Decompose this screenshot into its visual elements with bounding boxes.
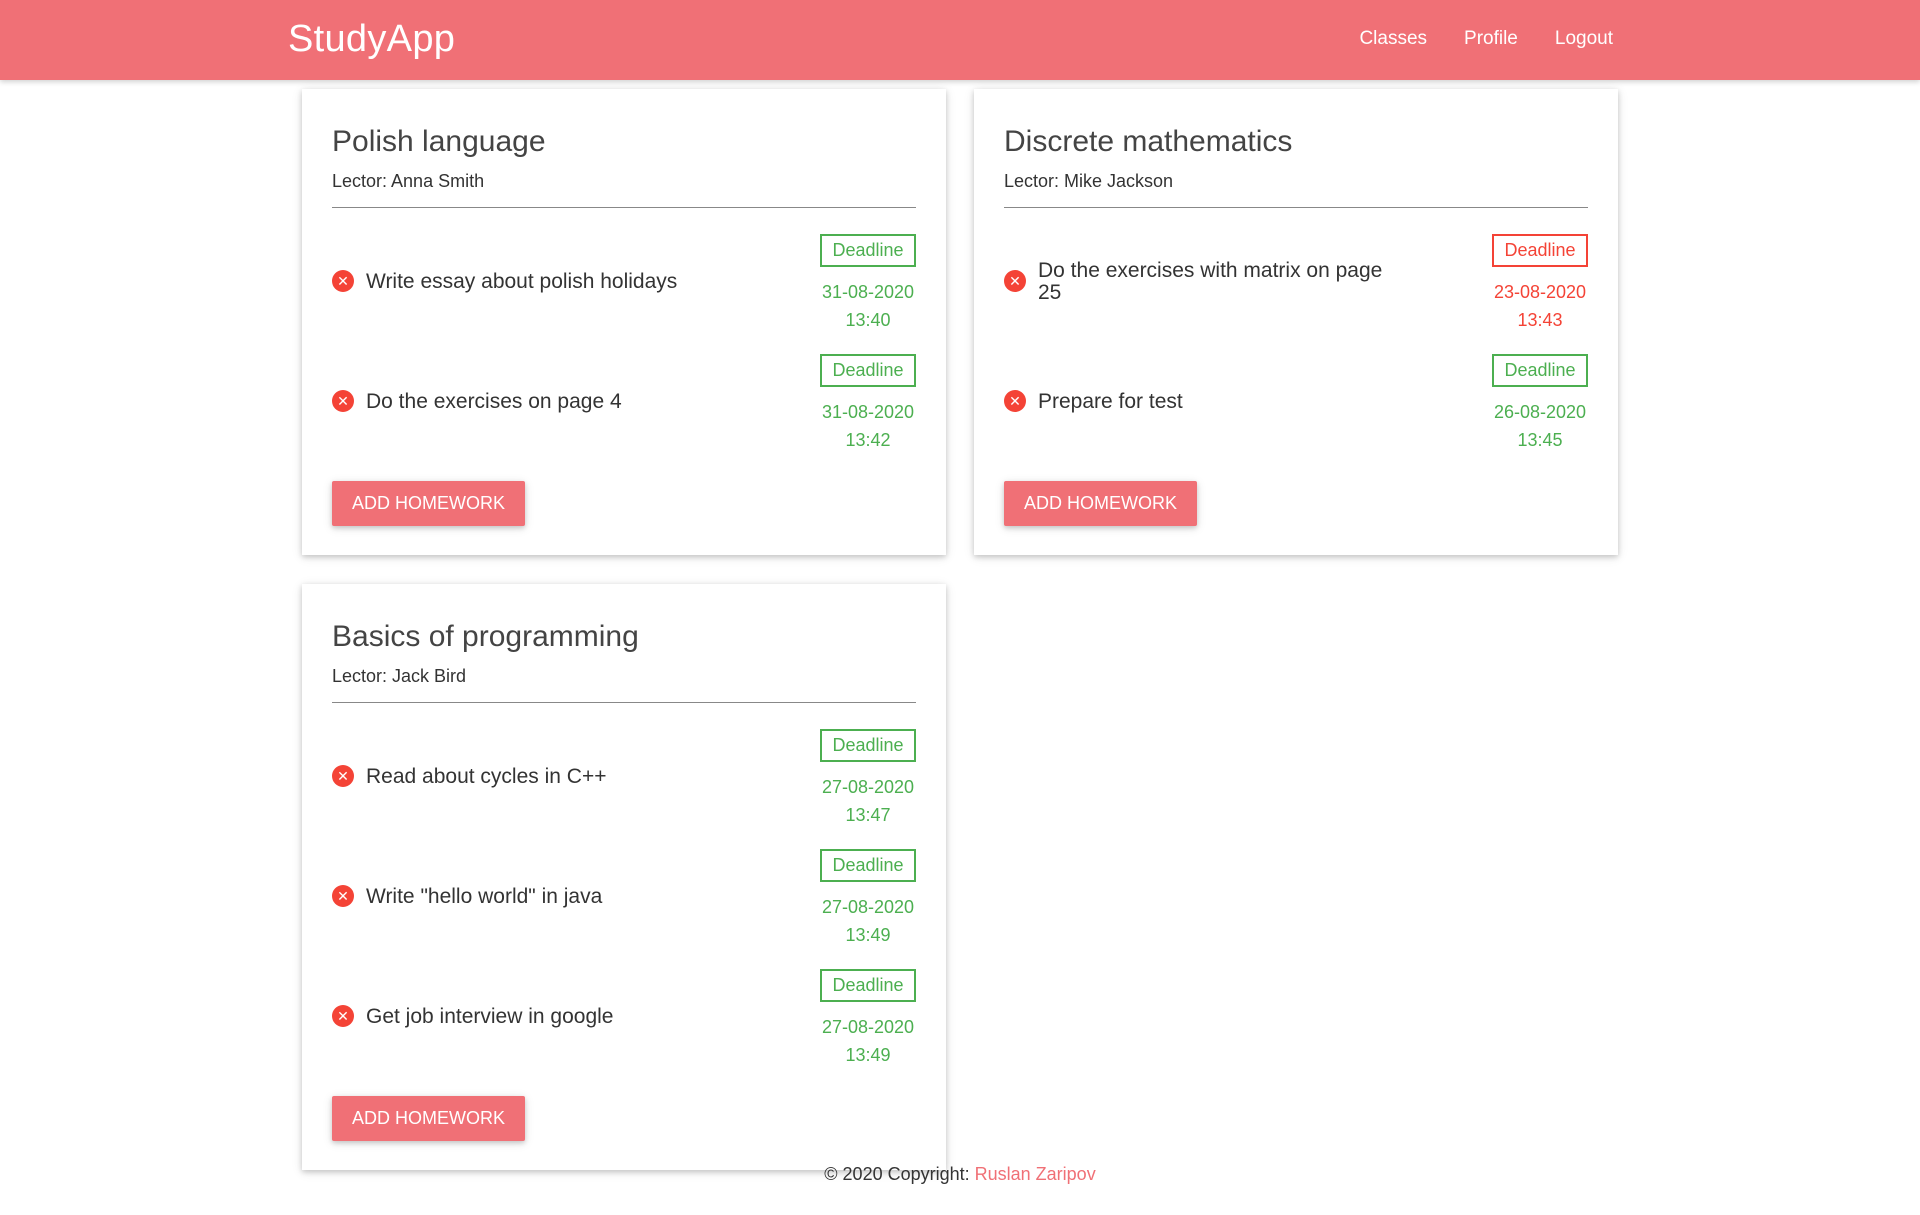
navbar: StudyApp Classes Profile Logout xyxy=(0,0,1920,80)
class-lector: Lector: Anna Smith xyxy=(332,171,485,191)
deadline-date: 27-08-2020 xyxy=(821,1017,915,1037)
remove-homework-icon[interactable]: ✕ xyxy=(1004,270,1026,292)
nav-link-classes[interactable]: Classes xyxy=(1359,28,1427,50)
footer: © 2020 Copyright: Ruslan Zaripov xyxy=(0,1164,1920,1185)
deadline-date: 27-08-2020 xyxy=(821,777,915,797)
remove-homework-icon[interactable]: ✕ xyxy=(332,765,354,787)
deadline-time: 13:40 xyxy=(845,310,891,330)
footer-author-link[interactable]: Ruslan Zaripov xyxy=(975,1164,1096,1184)
deadline-info: Deadline 23-08-2020 13:43 xyxy=(1492,234,1588,334)
deadline-info: Deadline 31-08-2020 13:40 xyxy=(820,234,916,334)
homework-text: Read about cycles in C++ xyxy=(366,765,607,788)
divider xyxy=(1004,207,1588,208)
divider xyxy=(332,207,916,208)
homework-text: Write essay about polish holidays xyxy=(366,270,678,293)
deadline-info: Deadline 27-08-2020 13:49 xyxy=(820,849,916,949)
deadline-date: 31-08-2020 xyxy=(821,282,915,302)
remove-homework-icon[interactable]: ✕ xyxy=(332,885,354,907)
divider xyxy=(332,702,916,703)
deadline-info: Deadline 27-08-2020 13:49 xyxy=(820,969,916,1069)
deadline-time: 13:47 xyxy=(845,805,891,825)
homework-item: ✕ Do the exercises on page 4 Deadline 31… xyxy=(332,354,916,454)
deadline-date: 27-08-2020 xyxy=(821,897,915,917)
deadline-time: 13:43 xyxy=(1517,310,1563,330)
nav-links: Classes Profile Logout xyxy=(1359,28,1613,50)
homework-text: Get job interview in google xyxy=(366,1005,614,1028)
deadline-badge: Deadline xyxy=(820,729,916,762)
class-card: Basics of programming Lector: Jack Bird … xyxy=(302,584,946,1170)
class-lector: Lector: Mike Jackson xyxy=(1004,171,1174,191)
homework-text: Do the exercises with matrix on page 25 xyxy=(1038,259,1383,304)
deadline-badge: Deadline xyxy=(1492,354,1588,387)
homework-item: ✕ Write "hello world" in java Deadline 2… xyxy=(332,849,916,949)
class-title: Discrete mathematics xyxy=(1004,125,1293,158)
homework-item: ✕ Get job interview in google Deadline 2… xyxy=(332,969,916,1069)
nav-link-logout[interactable]: Logout xyxy=(1555,28,1613,50)
homework-text: Do the exercises on page 4 xyxy=(366,390,622,413)
deadline-info: Deadline 27-08-2020 13:47 xyxy=(820,729,916,829)
deadline-badge: Deadline xyxy=(820,969,916,1002)
class-card: Polish language Lector: Anna Smith ✕ Wri… xyxy=(302,89,946,555)
footer-copyright: © 2020 Copyright: xyxy=(824,1164,975,1184)
deadline-badge: Deadline xyxy=(1492,234,1588,267)
deadline-time: 13:49 xyxy=(845,925,891,945)
deadline-date: 26-08-2020 xyxy=(1493,402,1587,422)
deadline-time: 13:42 xyxy=(845,430,891,450)
nav-link-profile[interactable]: Profile xyxy=(1464,28,1518,50)
deadline-badge: Deadline xyxy=(820,354,916,387)
deadline-badge: Deadline xyxy=(820,234,916,267)
deadline-badge: Deadline xyxy=(820,849,916,882)
homework-item: ✕ Prepare for test Deadline 26-08-2020 1… xyxy=(1004,354,1588,454)
class-title: Basics of programming xyxy=(332,620,639,653)
homework-text: Prepare for test xyxy=(1038,390,1183,413)
add-homework-button[interactable]: ADD HOMEWORK xyxy=(1004,481,1197,526)
homework-item: ✕ Write essay about polish holidays Dead… xyxy=(332,234,916,334)
deadline-time: 13:49 xyxy=(845,1045,891,1065)
add-homework-button[interactable]: ADD HOMEWORK xyxy=(332,1096,525,1141)
homework-item: ✕ Do the exercises with matrix on page 2… xyxy=(1004,234,1588,334)
brand-logo[interactable]: StudyApp xyxy=(288,18,455,61)
homework-text: Write "hello world" in java xyxy=(366,885,603,908)
class-title: Polish language xyxy=(332,125,546,158)
remove-homework-icon[interactable]: ✕ xyxy=(332,1005,354,1027)
add-homework-button[interactable]: ADD HOMEWORK xyxy=(332,481,525,526)
deadline-info: Deadline 26-08-2020 13:45 xyxy=(1492,354,1588,454)
remove-homework-icon[interactable]: ✕ xyxy=(1004,390,1026,412)
homework-item: ✕ Read about cycles in C++ Deadline 27-0… xyxy=(332,729,916,829)
deadline-info: Deadline 31-08-2020 13:42 xyxy=(820,354,916,454)
deadline-date: 31-08-2020 xyxy=(821,402,915,422)
remove-homework-icon[interactable]: ✕ xyxy=(332,390,354,412)
deadline-time: 13:45 xyxy=(1517,430,1563,450)
class-lector: Lector: Jack Bird xyxy=(332,666,467,686)
remove-homework-icon[interactable]: ✕ xyxy=(332,270,354,292)
class-card: Discrete mathematics Lector: Mike Jackso… xyxy=(974,89,1618,555)
deadline-date: 23-08-2020 xyxy=(1493,282,1587,302)
